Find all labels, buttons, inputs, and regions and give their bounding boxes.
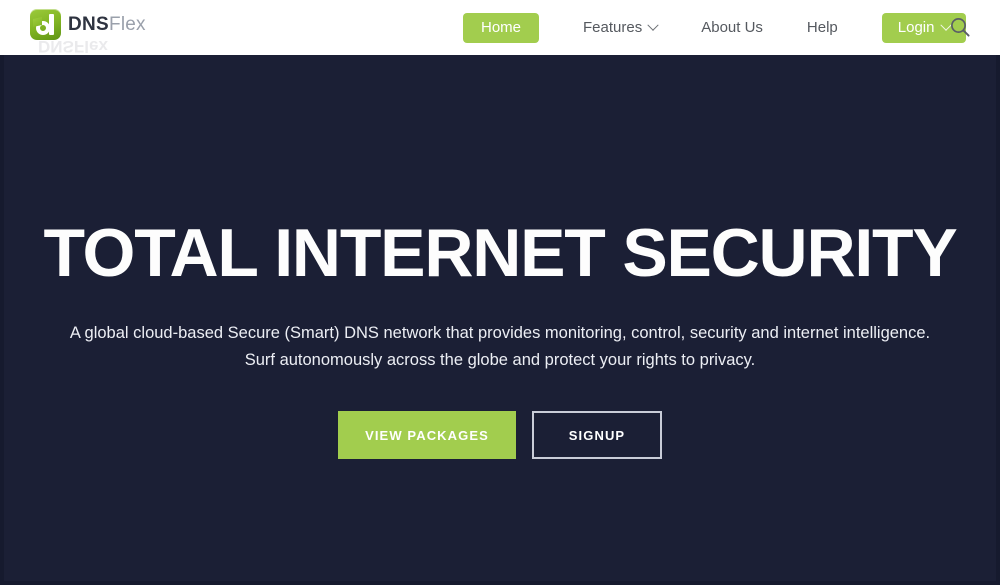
chevron-down-icon <box>647 19 659 31</box>
dnsflex-logo-icon <box>30 8 61 40</box>
brand-logo[interactable]: DNSFlex <box>30 4 146 44</box>
nav-item-help[interactable]: Help <box>785 0 860 55</box>
page-root: DNSFlex DNSFlex Home Features About Us H… <box>0 0 1000 585</box>
view-packages-button[interactable]: VIEW PACKAGES <box>338 411 516 459</box>
brand-name-light: Flex <box>109 13 146 35</box>
hero-section: TOTAL INTERNET SECURITY A global cloud-b… <box>0 55 1000 585</box>
nav-item-about-us-label: About Us <box>701 19 763 36</box>
hero-subtitle: A global cloud-based Secure (Smart) DNS … <box>40 320 960 374</box>
search-icon[interactable] <box>946 13 974 41</box>
nav-item-home-label: Home <box>481 19 522 36</box>
brand-wordmark: DNSFlex <box>68 15 146 34</box>
nav-item-about-us[interactable]: About Us <box>679 0 785 55</box>
nav-item-home[interactable]: Home <box>463 12 540 43</box>
nav-item-help-label: Help <box>806 19 838 36</box>
hero-subtitle-line-2: Surf autonomously across the globe and p… <box>244 351 756 369</box>
main-navigation: Home Features About Us Help Login <box>463 0 967 55</box>
nav-item-login-label: Login <box>897 19 935 36</box>
page-title: TOTAL INTERNET SECURITY <box>43 215 957 291</box>
brand-name-bold: DNS <box>68 13 110 35</box>
nav-item-features-label: Features <box>583 19 643 36</box>
hero-actions: VIEW PACKAGES SIGNUP <box>338 411 662 459</box>
site-header: DNSFlex DNSFlex Home Features About Us H… <box>0 0 1000 56</box>
signup-button[interactable]: SIGNUP <box>532 411 662 459</box>
hero-subtitle-line-1: A global cloud-based Secure (Smart) DNS … <box>69 324 931 342</box>
nav-item-features[interactable]: Features <box>561 0 679 55</box>
